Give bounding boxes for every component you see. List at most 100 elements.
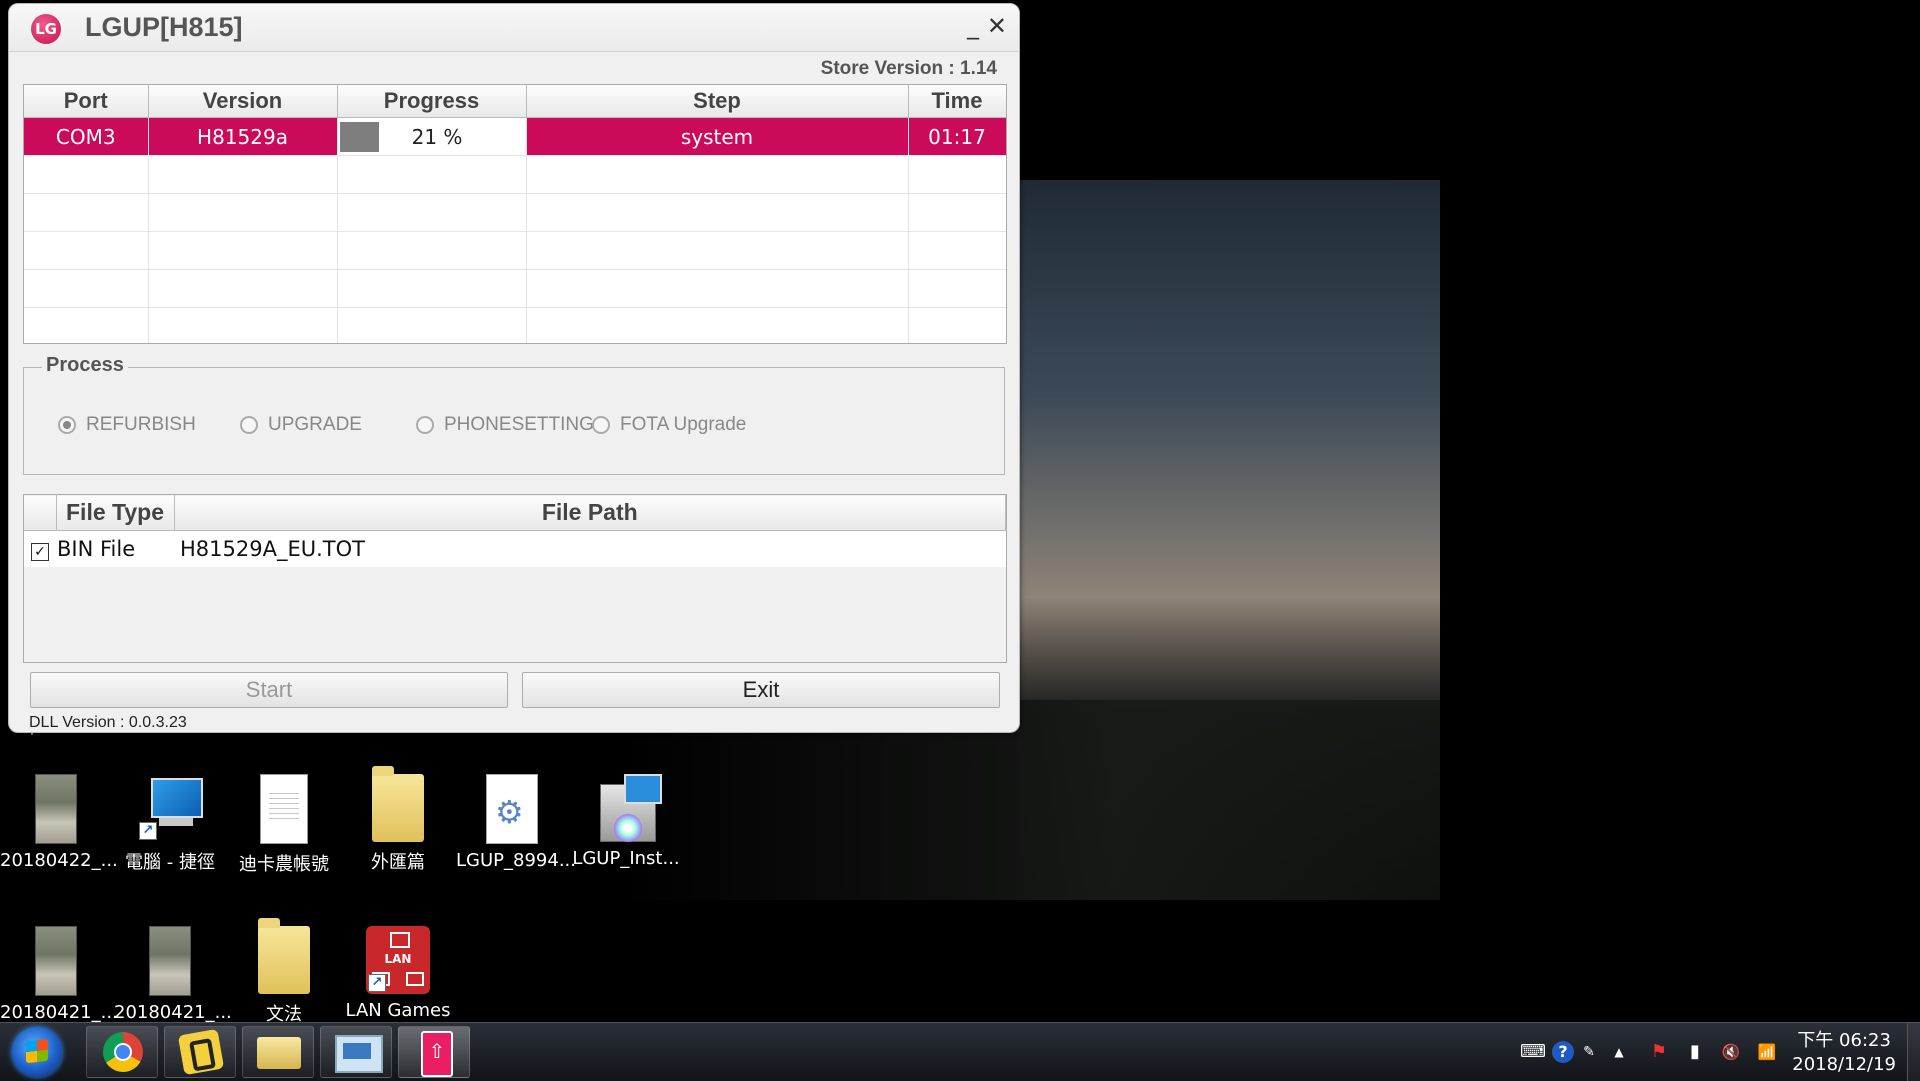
desktop-icon-label: 外匯篇 — [371, 852, 425, 873]
lgup-icon — [421, 1031, 453, 1077]
show-desktop-button[interactable] — [1907, 1023, 1920, 1081]
desktop-icon-label: 20180421_... — [0, 1002, 118, 1023]
desktop-icon-forex-folder[interactable]: 外匯篇 — [342, 766, 454, 874]
window-title: LGUP[H815] — [85, 12, 243, 42]
radio-indicator[interactable] — [240, 416, 258, 434]
desktop-icon-label: LGUP_Inst... — [572, 848, 680, 869]
process-group-title: Process — [42, 354, 128, 377]
column-header-file-path[interactable]: File Path — [174, 494, 1006, 531]
text-document-icon — [260, 774, 308, 844]
taskbar-pikpak[interactable] — [164, 1026, 236, 1078]
file-path-cell[interactable]: H81529A_EU.TOT — [174, 530, 1006, 567]
shortcut-arrow-icon: ↗ — [368, 974, 386, 992]
system-clock[interactable]: 下午 06:23 2018/12/19 — [1792, 1029, 1896, 1077]
desktop-icon-lan-games[interactable]: LAN ↗ LAN Games — [342, 926, 454, 1021]
table-row[interactable]: COM3 H81529a 21 % system 01:17 — [24, 117, 1006, 156]
desktop-icon-photo-20180421-a[interactable]: 20180421_... — [0, 926, 118, 1023]
help-icon[interactable]: ? — [1552, 1041, 1574, 1063]
radio-label: UPGRADE — [268, 414, 362, 435]
photo-thumbnail-icon — [35, 926, 77, 996]
desktop-icon-label: 20180422_... — [0, 850, 118, 871]
desktop-icon-label: LAN Games — [345, 1000, 451, 1021]
column-header-file-type[interactable]: File Type — [56, 494, 175, 531]
config-file-icon: ⚙ — [486, 774, 538, 844]
desktop-icon-photo-20180422[interactable]: 20180422_... — [0, 774, 118, 871]
chrome-icon — [103, 1032, 143, 1072]
radio-indicator[interactable] — [592, 416, 610, 434]
taskbar-chrome[interactable] — [86, 1026, 158, 1078]
radio-phonesetting[interactable]: PHONESETTING — [416, 414, 594, 436]
port-table-header: Port Version Progress Step Time — [24, 85, 1006, 118]
column-header-step[interactable]: Step — [526, 85, 909, 118]
desktop-icon-computer-shortcut[interactable]: ↗ 電腦 - 捷徑 — [114, 774, 226, 874]
desktop-icon-label: LGUP_8994... — [456, 850, 576, 871]
computer-shortcut-icon: ↗ — [137, 774, 203, 842]
table-row-empty — [24, 269, 1006, 308]
desktop-icon-label: 迪卡農帳號 — [239, 854, 329, 875]
dll-version-label: DLL Version : 0.0.3.23 — [29, 714, 187, 731]
radio-label: FOTA Upgrade — [620, 414, 747, 435]
lg-logo-icon: LG — [31, 14, 61, 44]
file-table-header: File Type File Path — [24, 494, 1006, 531]
volume-muted-icon[interactable]: 🔇 — [1720, 1041, 1742, 1063]
table-row-empty — [24, 307, 1006, 343]
progress-percent: 21 % — [411, 124, 463, 149]
column-header-port[interactable]: Port — [24, 85, 149, 118]
radio-fota-upgrade[interactable]: FOTA Upgrade — [592, 414, 746, 436]
table-row-empty — [24, 155, 1006, 194]
port-status-table[interactable]: Port Version Progress Step Time COM3 H81… — [23, 84, 1007, 344]
clock-date: 2018/12/19 — [1792, 1054, 1896, 1075]
battery-icon[interactable]: ▮ — [1684, 1041, 1706, 1063]
show-hidden-icons-chevron-icon[interactable]: ▲ — [1608, 1041, 1630, 1063]
minimize-button[interactable]: _ — [967, 12, 979, 40]
desktop-icon-label: 20180421_... — [114, 1002, 232, 1023]
taskbar-remote-desktop[interactable] — [320, 1026, 392, 1078]
radio-label: REFURBISH — [86, 414, 196, 435]
windows-logo-icon — [26, 1038, 48, 1064]
desktop-icon-lgup-8994[interactable]: ⚙ LGUP_8994... — [456, 774, 576, 871]
action-center-flag-icon[interactable]: ⚑ — [1648, 1041, 1670, 1063]
start-button[interactable] — [12, 1027, 62, 1077]
progress-cell: 21 % — [337, 117, 527, 156]
radio-upgrade[interactable]: UPGRADE — [240, 414, 362, 436]
port-cell: COM3 — [24, 117, 149, 156]
radio-indicator[interactable] — [58, 416, 76, 434]
radio-refurbish[interactable]: REFURBISH — [58, 414, 196, 436]
column-header-progress[interactable]: Progress — [337, 85, 527, 118]
pen-icon[interactable]: ✎ — [1578, 1041, 1600, 1063]
title-bar[interactable]: LG LGUP[H815] _ ✕ — [9, 4, 1019, 52]
start-button[interactable]: Start — [30, 672, 508, 708]
file-explorer-icon — [257, 1037, 301, 1069]
close-button[interactable]: ✕ — [987, 12, 1007, 40]
time-cell: 01:17 — [908, 117, 1006, 156]
checkbox-cell: ✓ — [24, 530, 56, 567]
version-cell: H81529a — [148, 117, 338, 156]
clock-time: 下午 06:23 — [1797, 1030, 1891, 1051]
column-header-time[interactable]: Time — [908, 85, 1006, 118]
table-row[interactable]: ✓ BIN File H81529A_EU.TOT — [24, 530, 1006, 567]
keyboard-icon[interactable]: ⌨ — [1520, 1041, 1546, 1063]
column-header-check — [24, 494, 57, 531]
photo-thumbnail-icon — [149, 926, 191, 996]
remote-desktop-icon — [335, 1035, 383, 1073]
taskbar-lgup[interactable] — [398, 1026, 470, 1078]
desktop-icon-decathlon-account[interactable]: 迪卡農帳號 — [228, 774, 340, 876]
radio-indicator[interactable] — [416, 416, 434, 434]
desktop-icon-lgup-installer[interactable]: LGUP_Inst... — [570, 774, 682, 869]
lgup-window[interactable]: LG LGUP[H815] _ ✕ Store Version : 1.14 P… — [8, 3, 1020, 733]
app-icon — [177, 1028, 225, 1076]
folder-icon — [258, 918, 310, 994]
taskbar: ⌨ ? ✎ ▲ ⚑ ▮ 🔇 📶 下午 06:23 2018/12/19 — [0, 1022, 1920, 1081]
desktop-icon-grammar-folder[interactable]: 文法 — [228, 918, 340, 1026]
bin-file-checkbox[interactable]: ✓ — [31, 543, 49, 561]
exit-button[interactable]: Exit — [522, 672, 1000, 708]
installer-icon — [594, 774, 662, 842]
shortcut-arrow-icon: ↗ — [139, 822, 157, 840]
taskbar-file-explorer[interactable] — [242, 1026, 314, 1078]
progress-bar-fill — [339, 121, 379, 152]
file-table[interactable]: File Type File Path ✓ BIN File H81529A_E… — [23, 494, 1007, 663]
desktop-icon-photo-20180421-b[interactable]: 20180421_... — [114, 926, 232, 1023]
column-header-version[interactable]: Version — [148, 85, 338, 118]
network-icon[interactable]: 📶 — [1756, 1041, 1778, 1063]
photo-thumbnail-icon — [35, 774, 77, 844]
